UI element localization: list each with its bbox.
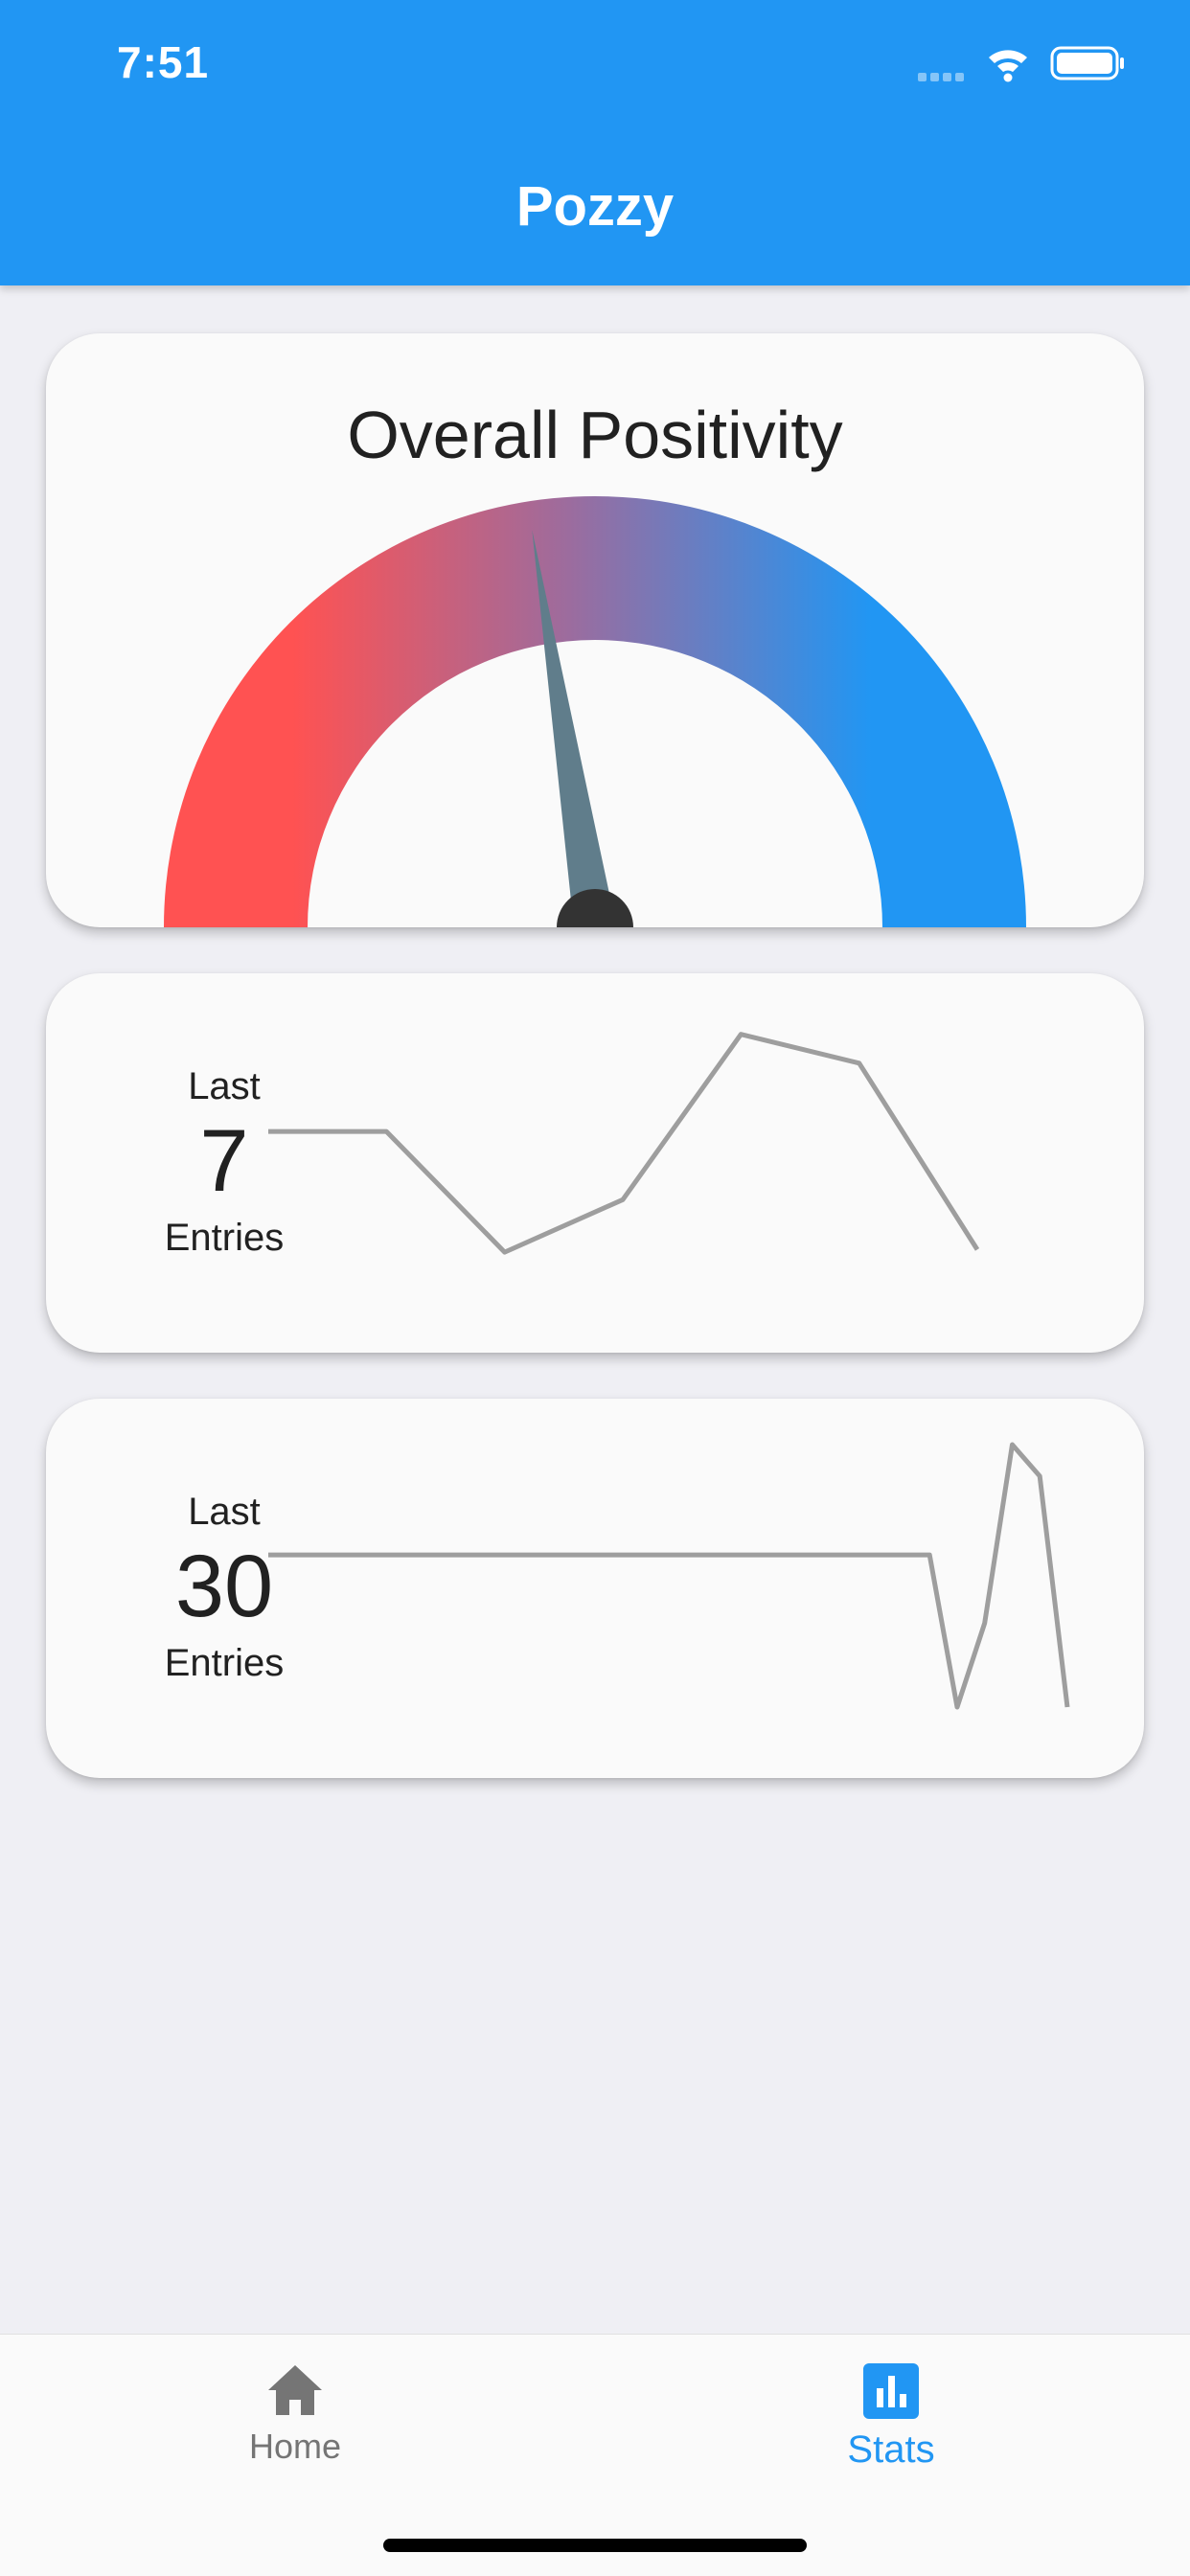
app-title: Pozzy — [515, 175, 675, 238]
battery-icon — [1050, 46, 1124, 80]
app-bar: 7:51 Pozzy — [0, 0, 1190, 285]
home-icon — [268, 2365, 322, 2415]
home-indicator — [383, 2539, 807, 2552]
cellular-signal-icon — [918, 69, 968, 86]
bar-chart-icon — [863, 2363, 919, 2419]
gauge-title: Overall Positivity — [347, 398, 843, 472]
nav-home-tab[interactable]: Home — [151, 2363, 439, 2467]
wifi-icon — [989, 50, 1027, 82]
status-time: 7:51 — [117, 37, 210, 87]
gauge-hub — [557, 889, 633, 927]
overall-positivity-card: Overall Positivity — [46, 333, 1144, 927]
nav-stats-tab[interactable]: Stats — [747, 2363, 1035, 2472]
sparkline-series — [268, 1032, 980, 1255]
last-7-sparkline — [268, 1032, 980, 1255]
last-30-sparkline — [268, 1442, 1070, 1710]
sparkline-series — [268, 1442, 1070, 1710]
last-30-entries-card: Last 30 Entries — [46, 1399, 1144, 1778]
last-7-entries-card: Last 7 Entries — [46, 973, 1144, 1353]
nav-home-label: Home — [248, 2427, 342, 2466]
nav-stats-label: Stats — [847, 2428, 935, 2471]
